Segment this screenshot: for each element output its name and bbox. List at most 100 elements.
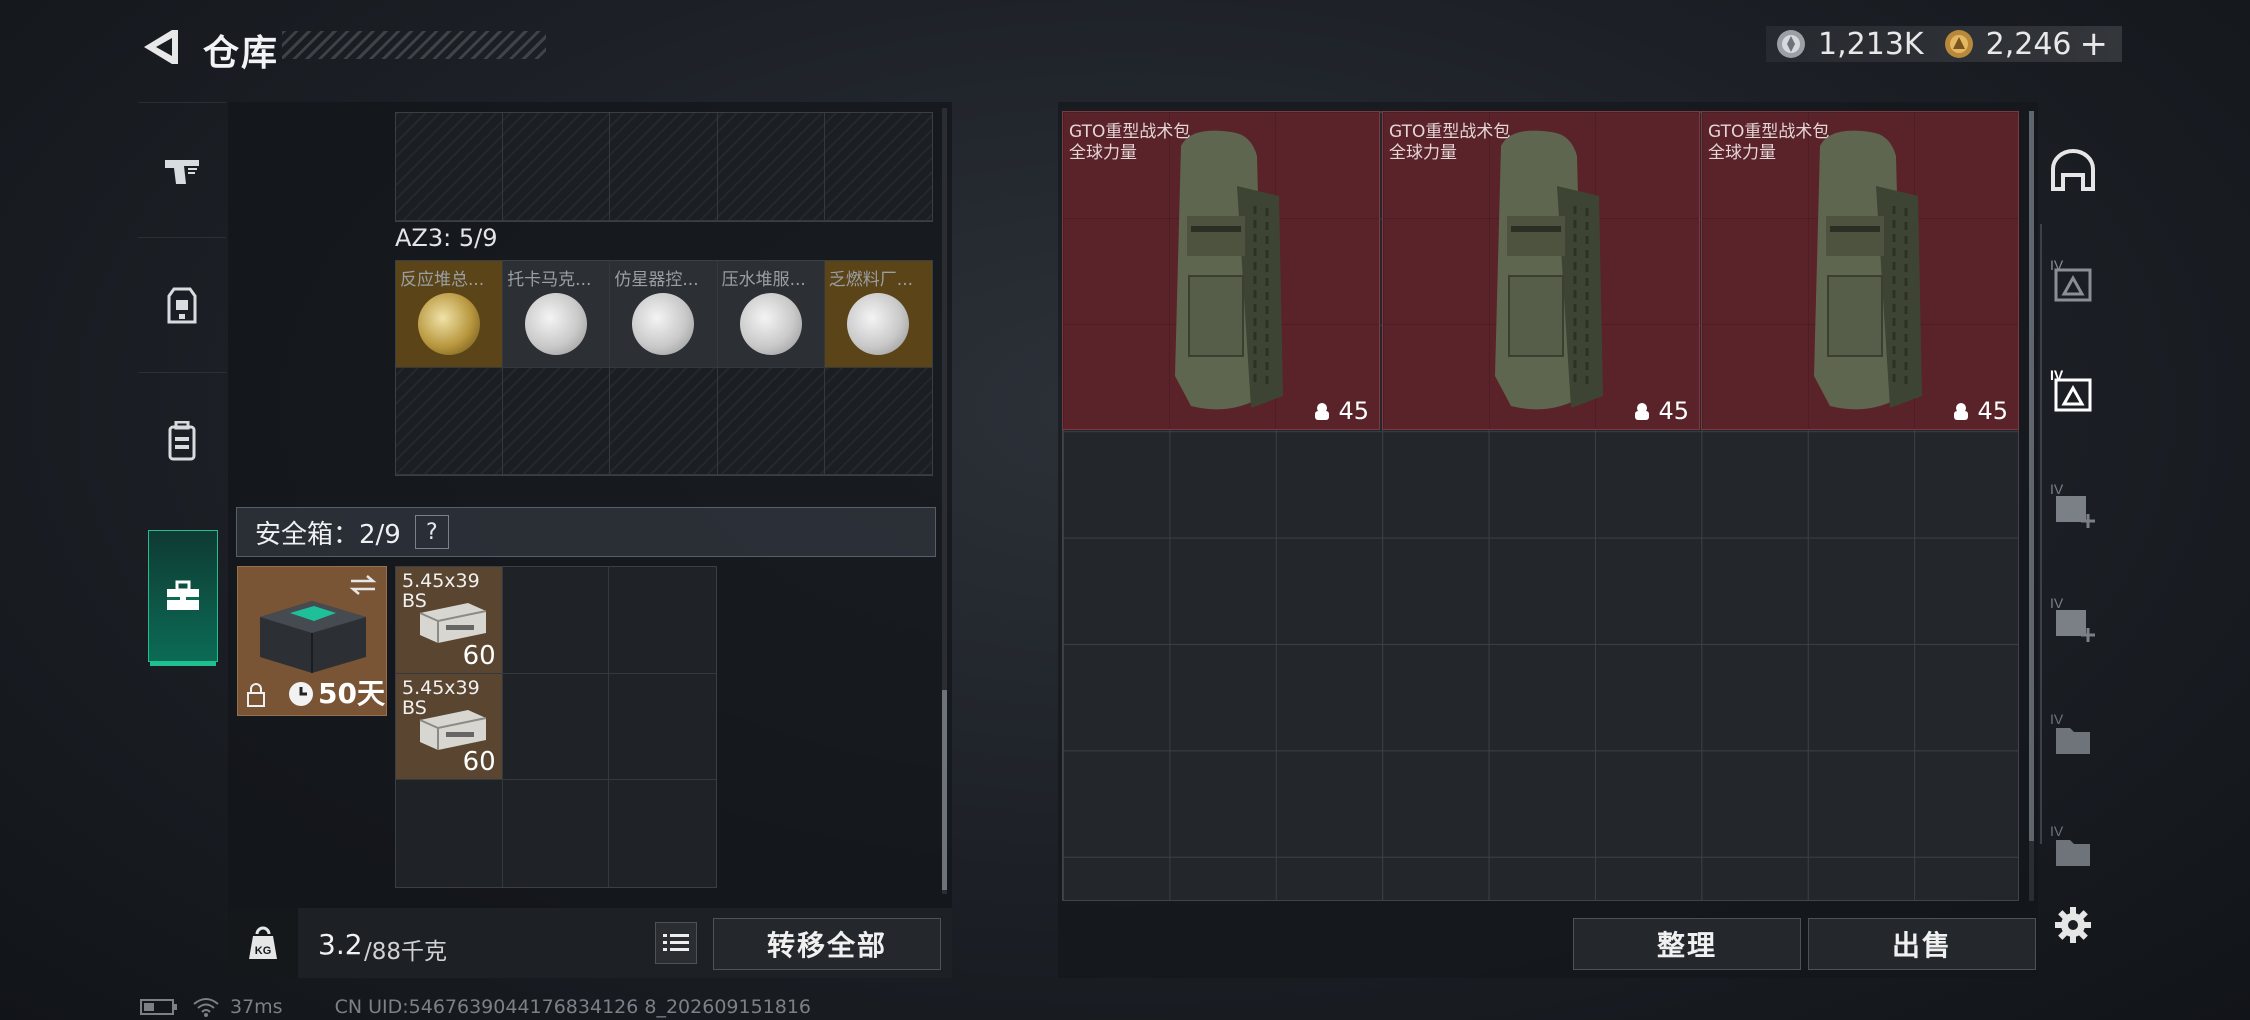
stash-page-iv-icon: IV [2050,257,2092,302]
lock-icon [247,683,265,707]
container-az3-label: AZ3: 5/9 [395,224,498,252]
capacity-icon [1954,403,1969,420]
transfer-all-button[interactable]: 转移全部 [713,918,941,970]
sort-button[interactable]: 整理 [1573,918,1801,970]
item-count: 45 [1951,397,2008,425]
battery-icon [140,999,177,1015]
stash-page-1[interactable]: IV [2040,236,2106,326]
item-image [525,293,588,355]
gold-amount: 2,246 [1985,26,2072,62]
stash-folder-iv-icon: IV [2050,823,2090,866]
item-image [418,293,480,355]
item-count: 45 [1632,397,1689,425]
swap-icon[interactable] [348,573,378,597]
grid-item[interactable]: 5.45x39 BS 60 [396,673,503,781]
stash-page-folder[interactable]: IV [2040,690,2106,780]
item-count: 45 [1312,397,1369,425]
grid-item[interactable]: 压水堆服... [717,261,825,368]
gold-coin-icon [1944,30,1973,58]
ping-text: 37ms [230,996,283,1018]
stash-folder-iv-icon: IV [2050,711,2090,754]
item-name: 仿星器控... [614,270,699,290]
weight-icon: KG [249,926,277,959]
stash-item-backpack[interactable]: GTO重型战术包 全球力量 45 [1701,111,2019,430]
pistol-icon [165,159,199,184]
safebox-case[interactable]: 50天 [237,566,387,716]
stash-page-add[interactable]: IV [2040,460,2106,550]
item-image [739,293,802,355]
grid-item[interactable]: 乏燃料厂... [824,261,932,368]
grid-item[interactable]: 仿星器控... [610,261,718,368]
equipment-view-button[interactable] [2040,126,2106,216]
stash-add-iv-icon: IV [2050,595,2095,642]
backpack-image [1175,130,1283,410]
item-name: 压水堆服... [721,270,806,290]
svg-text:IV: IV [2050,595,2064,611]
tab-backpack[interactable] [138,372,226,508]
backpack-image [1814,130,1922,410]
title-decoration [282,31,546,59]
capacity-icon [1635,403,1650,420]
sell-button[interactable]: 出售 [1808,918,2036,970]
toolbox-icon [167,580,199,610]
item-count: 60 [462,747,496,778]
stash-page-add[interactable]: IV [2040,574,2106,664]
silver-amount: 1,213K [1818,26,1924,62]
back-arrow-icon[interactable] [138,26,180,68]
item-subname: 全球力量 [1389,143,1457,163]
svg-text:IV: IV [2050,823,2064,839]
safebox-grid: 5.45x39 BS 60 5.45x39 BS 60 [395,566,717,888]
uid-text: CN UID:5467639044176834126 8_20260915181… [334,996,812,1018]
list-icon [663,934,689,951]
grid-item[interactable]: 5.45x39 BS 60 [396,567,503,674]
list-view-button[interactable] [655,922,697,964]
item-count: 60 [462,640,496,671]
item-name: 反应堆总... [400,270,485,290]
helmet-icon [2051,149,2095,191]
safebox-help-button[interactable]: ? [414,515,449,549]
clock-icon [289,682,313,706]
item-image [632,293,695,355]
svg-text:IV: IV [2050,711,2064,727]
stash-page-folder[interactable]: IV [2040,802,2106,892]
safebox-header: 安全箱：2/9 ? [236,507,936,557]
tab-chest-rig[interactable] [138,237,226,373]
weight-max: /88千克 [364,939,448,965]
safebox-label: 安全箱：2/9 [255,519,401,550]
safebox-duration: 50天 [318,677,385,710]
inventory-category-tabs [138,102,226,682]
container-grid-top [395,112,933,222]
tab-weapons[interactable] [138,102,226,238]
ammo-box-image [419,709,487,750]
currency-bar: 1,213K 2,246 + [1766,24,2122,64]
item-subname: 全球力量 [1708,143,1776,163]
page-title: 仓库 [203,33,280,74]
settings-icon [2055,907,2091,943]
chest-rig-icon [167,287,197,323]
backpack-image [1495,130,1603,410]
grid-item[interactable]: 托卡马克... [503,261,611,368]
stash-item-backpack[interactable]: GTO重型战术包 全球力量 45 [1062,111,1380,430]
tab-safebox[interactable] [148,530,218,662]
item-image [846,293,909,355]
backpack-icon [168,420,196,460]
item-subname: 全球力量 [1069,143,1137,163]
settings-button[interactable] [2040,880,2106,970]
item-name: 托卡马克... [507,270,592,290]
add-currency-button[interactable]: + [2080,24,2109,64]
wifi-icon [193,998,219,1017]
container-az3-grid: 反应堆总... 托卡马克... 仿星器控... 压水堆服... 乏燃料厂... [395,260,933,476]
stash-item-backpack[interactable]: GTO重型战术包 全球力量 45 [1382,111,1700,430]
stash-page-2[interactable]: IV [2040,346,2106,436]
grid-item[interactable]: 反应堆总... [396,261,504,368]
left-scrollbar-thumb[interactable] [942,690,947,890]
silver-coin-icon [1777,30,1806,58]
ammo-box-image [419,603,487,643]
stash-page-iv-active-icon: IV [2050,367,2092,412]
capacity-icon [1315,403,1330,420]
status-bar: 37ms CN UID:5467639044176834126 8_202609… [140,996,811,1018]
stash-scrollbar-thumb[interactable] [2029,111,2034,841]
svg-text:IV: IV [2050,481,2064,497]
weight-current: 3.2 [318,928,363,961]
safebox-image [260,601,366,673]
